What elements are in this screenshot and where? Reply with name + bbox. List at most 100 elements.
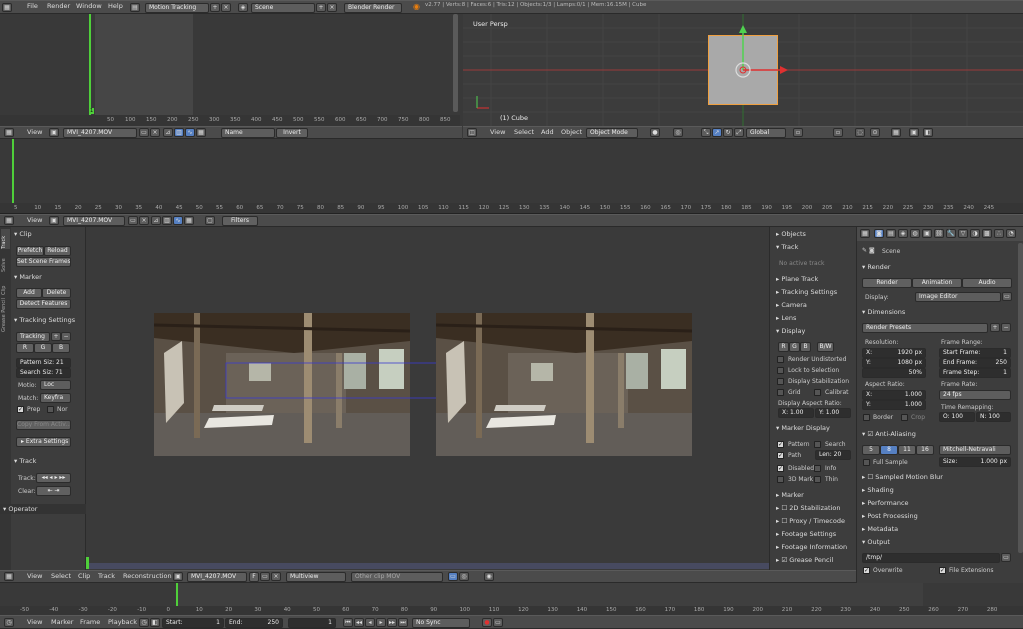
end-frame-field[interactable]: End Frame: 250: [939, 358, 1011, 368]
menu-render[interactable]: Render: [47, 2, 70, 10]
dimensions-header[interactable]: ▾ Dimensions: [862, 308, 905, 316]
pivot-icon[interactable]: ◎: [459, 572, 469, 581]
aspect-y-field[interactable]: Y: 1.000: [862, 400, 926, 410]
marker-panel-header[interactable]: ▾ Marker: [14, 273, 42, 281]
sync-mode-select[interactable]: No Sync: [412, 618, 470, 628]
preset-remove-icon[interactable]: −: [1001, 323, 1011, 332]
constraints-tab-icon[interactable]: ⛓: [934, 229, 944, 238]
remap-old-field[interactable]: O: 100: [939, 412, 975, 422]
pivot-icon[interactable]: ◎: [673, 128, 683, 137]
clip-select-field[interactable]: MVI_4207.MOV: [63, 128, 137, 138]
play-icon[interactable]: ▸: [376, 618, 386, 627]
editor-type-icon[interactable]: ◫: [467, 128, 477, 137]
curves-icon[interactable]: ∿: [185, 128, 195, 137]
reload-button[interactable]: Reload: [44, 246, 71, 256]
render-panel-header[interactable]: ▾ Render: [862, 263, 890, 271]
lock-icon[interactable]: ▭: [448, 572, 458, 581]
tracking-settings-header[interactable]: ▸ Tracking Settings: [776, 288, 837, 296]
scene-add-icon[interactable]: +: [316, 3, 326, 12]
track-header[interactable]: ▾ Track: [776, 243, 798, 251]
camera-icon[interactable]: ◧: [923, 128, 933, 137]
search-checkbox[interactable]: [814, 441, 821, 448]
menu-view[interactable]: View: [27, 572, 42, 580]
aa-samples-5-button[interactable]: 5: [862, 445, 880, 455]
preset-add-icon[interactable]: +: [990, 323, 1000, 332]
jump-start-icon[interactable]: ⏮: [343, 618, 353, 627]
clip-dopesheet[interactable]: 5 10 15 20 25 30 35 40 45 50 55 60 65 70 75 80 85 90 95 100…: [0, 139, 1023, 214]
display-r-button[interactable]: R: [778, 342, 789, 352]
audio-button[interactable]: Audio: [962, 278, 1012, 288]
search-size-field[interactable]: Search Siz: 71: [16, 368, 71, 378]
channel-b-button[interactable]: B: [52, 343, 70, 353]
clip-close-icon[interactable]: ×: [150, 128, 160, 137]
menu-marker[interactable]: Marker: [51, 618, 73, 626]
render-engine-select[interactable]: Blender Render: [344, 3, 402, 13]
detect-features-button[interactable]: Detect Features: [16, 299, 71, 309]
graph-icon[interactable]: ⊿: [151, 216, 161, 225]
grease-pencil-header[interactable]: ▸ ☑ Grease Pencil: [776, 556, 833, 564]
modifiers-tab-icon[interactable]: 🔧: [946, 229, 956, 238]
editor-type-icon[interactable]: ▦: [4, 216, 14, 225]
clip-close-icon[interactable]: ×: [139, 216, 149, 225]
screen-layout-field[interactable]: Motion Tracking: [145, 3, 209, 13]
menu-object[interactable]: Object: [561, 128, 582, 136]
snap-element-icon[interactable]: ▦: [891, 128, 901, 137]
menu-select[interactable]: Select: [514, 128, 534, 136]
3d-viewport[interactable]: User Persp (1) Cube: [463, 14, 1023, 126]
orientation-select[interactable]: Global: [746, 128, 786, 138]
set-scene-frames-button[interactable]: Set Scene Frames: [16, 257, 71, 267]
folder-icon[interactable]: ▭: [1001, 553, 1011, 562]
lens-header[interactable]: ▸ Lens: [776, 314, 796, 322]
channel-r-button[interactable]: R: [16, 343, 34, 353]
aa-samples-16-button[interactable]: 16: [916, 445, 934, 455]
clear-buttons[interactable]: ⇤ ⇥: [36, 486, 71, 496]
aspect-y-field[interactable]: Y: 1.00: [815, 408, 851, 418]
clip-frame-indicator[interactable]: [86, 557, 89, 569]
pattern-size-field[interactable]: Pattern Siz: 21: [16, 358, 71, 368]
lock-selection-checkbox[interactable]: [777, 367, 784, 374]
translate-icon[interactable]: ↗: [712, 128, 722, 137]
aspect-x-field[interactable]: X: 1.00: [778, 408, 814, 418]
menu-file[interactable]: File: [27, 2, 38, 10]
mode-select[interactable]: Object Mode: [586, 128, 638, 138]
folder-icon[interactable]: ▭: [139, 128, 149, 137]
display-icon[interactable]: ◉: [484, 572, 494, 581]
texture-tab-icon[interactable]: ▩: [982, 229, 992, 238]
clip-select-field[interactable]: MVI_4207.MOV: [63, 216, 125, 226]
editor-type-icon[interactable]: ▦: [4, 128, 14, 137]
preset-remove-icon[interactable]: −: [61, 332, 71, 341]
marker-display-header[interactable]: ▾ Marker Display: [776, 424, 830, 432]
tab-solve[interactable]: Solve: [1, 252, 10, 272]
jump-end-icon[interactable]: ⏭: [398, 618, 408, 627]
menu-window[interactable]: Window: [76, 2, 102, 10]
movie-clip-icon[interactable]: ▣: [49, 216, 59, 225]
crop-checkbox[interactable]: [901, 414, 908, 421]
clip-panel-header[interactable]: ▾ Clip: [14, 230, 32, 238]
current-frame-line[interactable]: [12, 139, 14, 205]
objects-header[interactable]: ▸ Objects: [776, 230, 806, 238]
graph-icon[interactable]: ⊿: [163, 128, 173, 137]
display-select[interactable]: Image Editor: [915, 292, 1001, 302]
proportional-edit-icon[interactable]: ◌: [855, 128, 865, 137]
editor-type-icon[interactable]: ◷: [4, 618, 14, 627]
folder-icon[interactable]: ▭: [128, 216, 138, 225]
screen-close-icon[interactable]: ×: [221, 3, 231, 12]
disabled-checkbox[interactable]: ✓: [777, 465, 784, 472]
performance-header[interactable]: ▸ Performance: [862, 499, 909, 507]
shading-header[interactable]: ▸ Shading: [862, 486, 894, 494]
path-checkbox[interactable]: ✓: [777, 452, 784, 459]
filter-icon[interactable]: ▦: [196, 128, 206, 137]
render-presets-select[interactable]: Render Presets: [862, 323, 988, 333]
footage-info-header[interactable]: ▸ Footage Information: [776, 543, 847, 551]
post-processing-header[interactable]: ▸ Post Processing: [862, 512, 918, 520]
fake-user-button[interactable]: F: [249, 572, 259, 582]
aa-filter-select[interactable]: Mitchell-Netravali: [939, 445, 1011, 455]
extra-settings-button[interactable]: ▸ Extra Settings: [16, 437, 71, 447]
frame-rate-select[interactable]: 24 fps: [939, 390, 1011, 400]
scene-close-icon[interactable]: ×: [327, 3, 337, 12]
prepass-checkbox[interactable]: ✓: [17, 406, 24, 413]
display-bw-button[interactable]: B/W: [817, 342, 834, 352]
aa-samples-8-button[interactable]: 8: [880, 445, 898, 455]
world-tab-icon[interactable]: ◍: [910, 229, 920, 238]
menu-reconstruction[interactable]: Reconstruction: [123, 572, 172, 580]
